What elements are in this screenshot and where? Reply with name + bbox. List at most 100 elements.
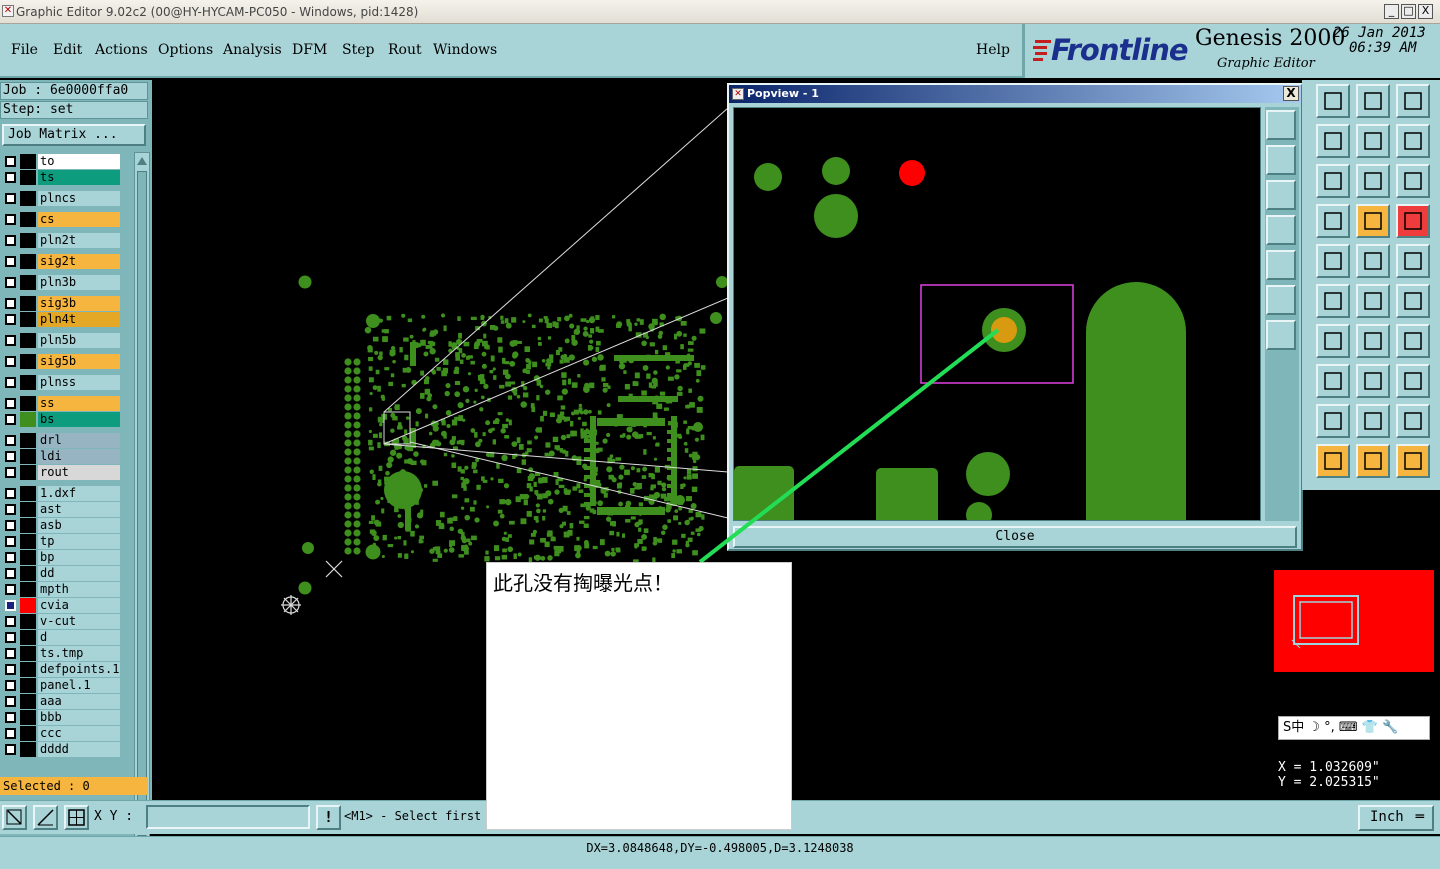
layer-name[interactable]: asb [38,518,120,533]
layer-checkbox[interactable] [5,235,16,246]
layer-checkbox[interactable] [5,214,16,225]
layer-color-swatch[interactable] [20,502,36,517]
layer-color-swatch[interactable] [20,726,36,741]
layer-checkbox[interactable] [5,356,16,367]
layer-color-swatch[interactable] [20,233,36,248]
layer-row[interactable]: pln2t [2,233,120,248]
layer-color-swatch[interactable] [20,191,36,206]
layer-checkbox[interactable] [5,696,16,707]
layer-row[interactable]: pln4t [2,312,120,327]
palette-tool-button[interactable] [1396,124,1430,158]
layer-checkbox[interactable] [5,435,16,446]
scroll-up-icon[interactable] [135,155,149,167]
layer-checkbox[interactable] [5,504,16,515]
layer-checkbox[interactable] [5,314,16,325]
layer-checkbox[interactable] [5,552,16,563]
palette-tool-button[interactable] [1356,244,1390,278]
layer-color-swatch[interactable] [20,710,36,725]
maximize-button[interactable]: □ [1401,4,1416,19]
layer-name[interactable]: pln5b [38,333,120,348]
measure-tool-button[interactable] [33,805,58,830]
layer-name[interactable]: v-cut [38,614,120,629]
layer-row[interactable]: sig3b [2,296,120,311]
scroll-thumb[interactable] [137,171,147,826]
palette-tool-button[interactable] [1356,204,1390,238]
layer-checkbox[interactable] [5,632,16,643]
layer-color-swatch[interactable] [20,550,36,565]
minimize-button[interactable]: _ [1384,4,1399,19]
layer-name[interactable]: panel.1 [38,678,120,693]
layer-row[interactable]: asb [2,518,120,533]
layer-color-swatch[interactable] [20,742,36,757]
layer-name[interactable]: plncs [38,191,120,206]
layer-name[interactable]: dd [38,566,120,581]
layer-row[interactable]: pln3b [2,275,120,290]
layer-name[interactable]: ts.tmp [38,646,120,661]
layer-color-swatch[interactable] [20,678,36,693]
menu-help[interactable]: Help [976,42,1010,58]
menu-actions[interactable]: Actions [95,42,148,58]
layer-checkbox[interactable] [5,193,16,204]
layer-row[interactable]: panel.1 [2,678,120,693]
layer-checkbox[interactable] [5,488,16,499]
layer-checkbox[interactable] [5,156,16,167]
layer-row[interactable]: dddd [2,742,120,757]
palette-tool-button[interactable] [1316,284,1350,318]
palette-tool-button[interactable] [1356,164,1390,198]
layer-name[interactable]: drl [38,433,120,448]
layer-name[interactable]: ldi [38,449,120,464]
layer-name[interactable]: ast [38,502,120,517]
layer-color-swatch[interactable] [20,614,36,629]
palette-tool-button[interactable] [1396,204,1430,238]
menu-rout[interactable]: Rout [388,42,422,58]
layer-name[interactable]: bp [38,550,120,565]
layer-list-scrollbar[interactable] [134,152,150,847]
layer-row[interactable]: drl [2,433,120,448]
layer-checkbox[interactable] [5,536,16,547]
popview-tool-button[interactable] [1266,180,1296,210]
popview-tool-button[interactable] [1266,320,1296,350]
layer-row[interactable]: ss [2,396,120,411]
layer-name[interactable]: bs [38,412,120,427]
xy-input[interactable] [146,805,310,829]
layer-color-swatch[interactable] [20,170,36,185]
layer-row[interactable]: ldi [2,449,120,464]
layer-row[interactable]: dd [2,566,120,581]
layer-color-swatch[interactable] [20,433,36,448]
palette-tool-button[interactable] [1316,444,1350,478]
popview-close-button[interactable]: Close [733,526,1297,548]
layer-checkbox[interactable] [5,398,16,409]
popview-tool-button[interactable] [1266,285,1296,315]
layer-row[interactable]: sig2t [2,254,120,269]
layer-row[interactable]: ts [2,170,120,185]
layer-row[interactable]: ts.tmp [2,646,120,661]
layer-checkbox[interactable] [5,414,16,425]
layer-color-swatch[interactable] [20,646,36,661]
layer-name[interactable]: tp [38,534,120,549]
palette-tool-button[interactable] [1396,404,1430,438]
layer-color-swatch[interactable] [20,275,36,290]
layer-name[interactable]: dddd [38,742,120,757]
palette-tool-button[interactable] [1396,364,1430,398]
layer-row[interactable]: plncs [2,191,120,206]
layer-checkbox[interactable] [5,277,16,288]
layer-name[interactable]: sig5b [38,354,120,369]
job-matrix-button[interactable]: Job Matrix ... [2,124,146,146]
layer-color-swatch[interactable] [20,486,36,501]
layer-color-swatch[interactable] [20,396,36,411]
layer-checkbox[interactable] [5,744,16,755]
layer-color-swatch[interactable] [20,694,36,709]
layer-checkbox[interactable] [5,335,16,346]
layer-name[interactable]: rout [38,465,120,480]
layer-checkbox[interactable] [5,680,16,691]
layer-name[interactable]: ts [38,170,120,185]
layer-checkbox[interactable] [5,728,16,739]
menu-edit[interactable]: Edit [53,42,82,58]
layer-color-swatch[interactable] [20,296,36,311]
layer-row[interactable]: v-cut [2,614,120,629]
layer-row[interactable]: sig5b [2,354,120,369]
layer-checkbox[interactable] [5,451,16,462]
palette-tool-button[interactable] [1316,324,1350,358]
layer-checkbox[interactable] [5,584,16,595]
ime-toolbar[interactable]: S中 ☽ °, ⌨ 👕 🔧 [1278,716,1430,740]
